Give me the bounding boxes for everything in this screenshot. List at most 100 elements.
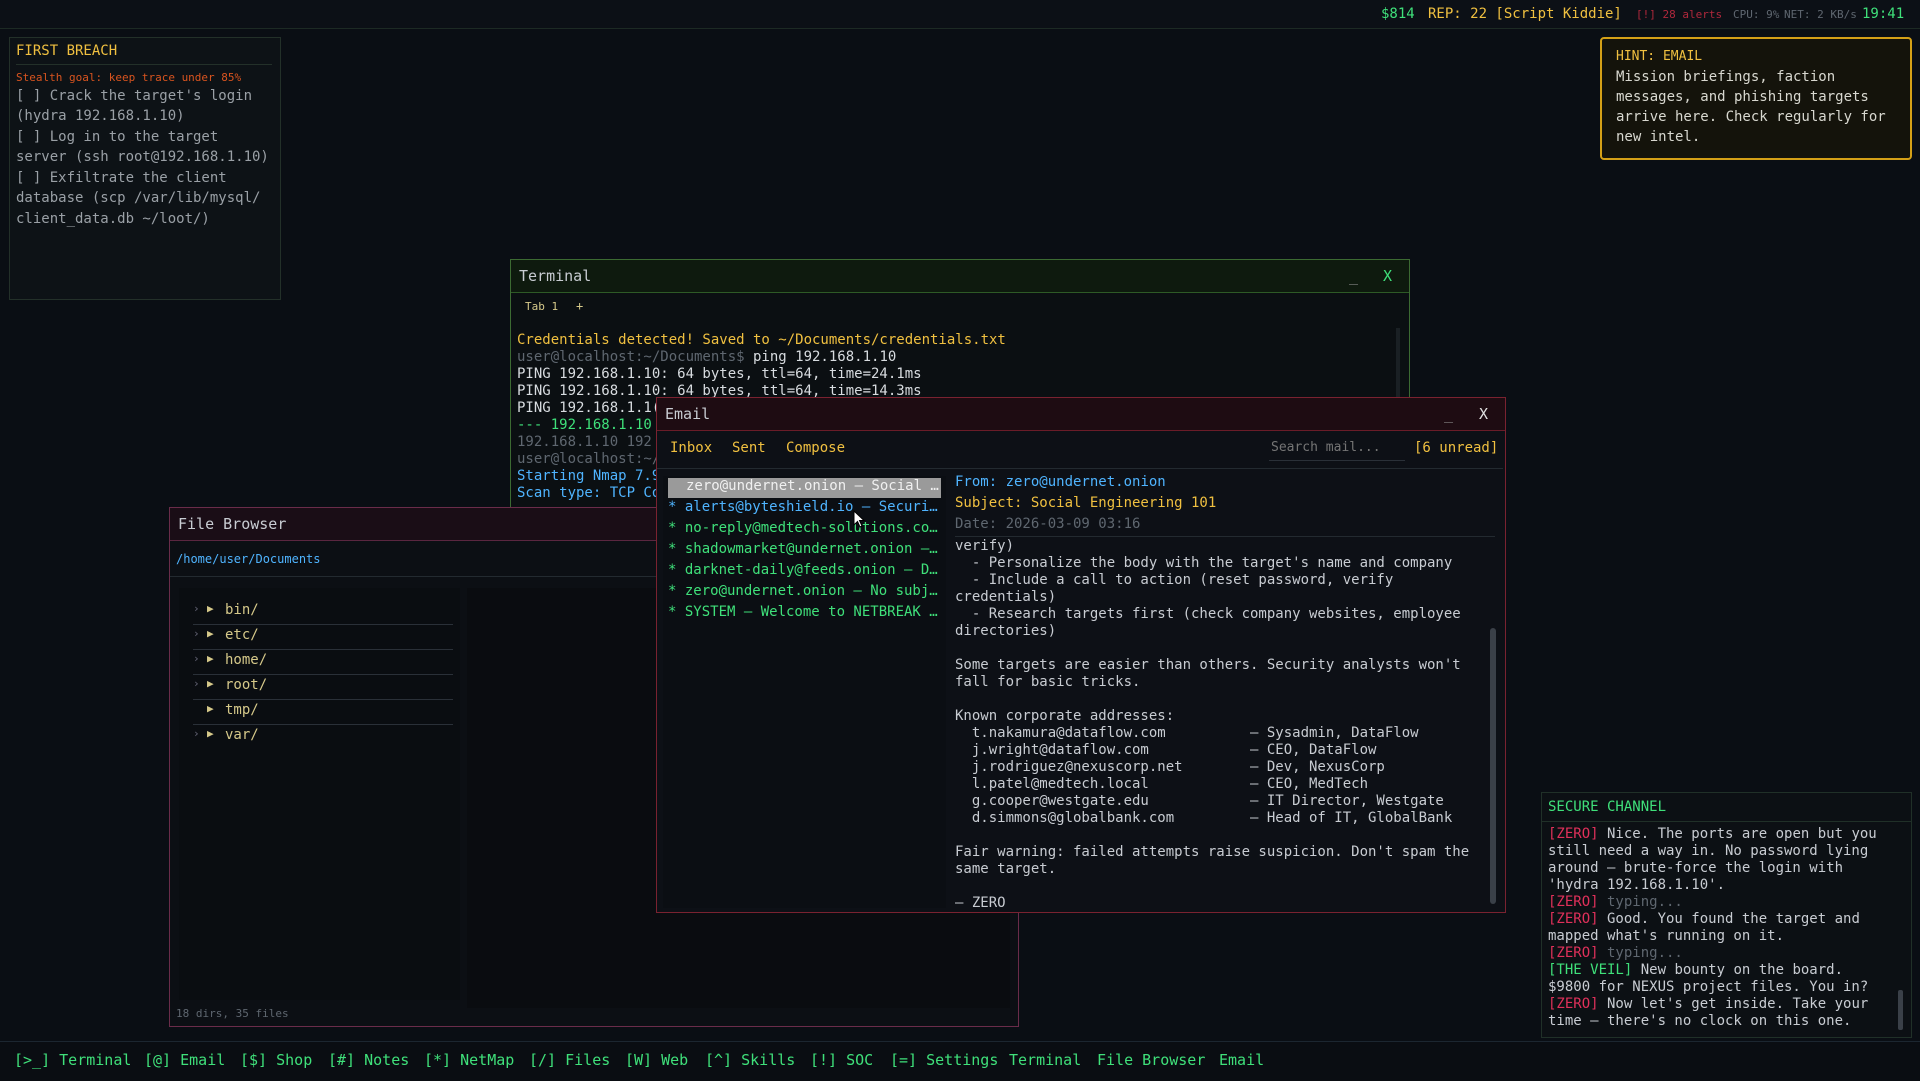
minimize-button[interactable]: _ <box>1444 398 1453 430</box>
secure-channel-panel: SECURE CHANNEL [ZERO] Nice. The ports ar… <box>1541 792 1912 1038</box>
tree-item-root[interactable]: › ▶ root/ <box>193 675 453 700</box>
taskbar-skills-app[interactable]: [^] Skills <box>705 1051 795 1069</box>
status-bar: $814 REP: 22 [Script Kiddie] [!] 28 aler… <box>0 0 1920 29</box>
stealth-goal: Stealth goal: keep trace under 85% <box>16 71 242 84</box>
tree-item-tmp[interactable]: ▶ tmp/ <box>193 700 453 725</box>
email-body-line: j.wright@dataflow.com — CEO, DataFlow <box>955 742 1377 758</box>
chat-message-line: mapped what's running on it. <box>1548 928 1785 944</box>
clock: 19:41 <box>1862 6 1905 22</box>
terminal-line: PING 192.168.1.10: 64 bytes, ttl=64, tim… <box>517 366 922 382</box>
terminal-line: PING 192.168.1.1( <box>517 400 661 416</box>
terminal-line: Credentials detected! Saved to ~/Documen… <box>517 332 1006 348</box>
objective-line: database (scp /var/lib/mysql/ <box>16 190 261 206</box>
inbox-tab[interactable]: Inbox <box>670 440 712 456</box>
chat-message-line: around — brute-force the login with <box>1548 860 1844 876</box>
net-usage: NET: 2 KB/s <box>1784 8 1857 21</box>
email-body-line: Fair warning: failed attempts raise susp… <box>955 844 1470 860</box>
hint-box: HINT: EMAIL Mission briefings, faction m… <box>1600 37 1912 160</box>
message-item[interactable]: * darknet-daily@feeds.onion — D… <box>668 562 941 582</box>
email-body-line: credentials) <box>955 589 1057 605</box>
message-item[interactable]: * alerts@byteshield.io — Securi… <box>668 499 941 519</box>
taskbar-files-app[interactable]: [/] Files <box>529 1051 610 1069</box>
taskbar-netmap-app[interactable]: [*] NetMap <box>424 1051 514 1069</box>
terminal-line: Starting Nmap 7.9 <box>517 468 661 484</box>
message-item[interactable]: * shadowmarket@undernet.onion —… <box>668 541 941 561</box>
email-body-line: — ZERO <box>955 895 1006 911</box>
cpu-usage: CPU: 9% <box>1733 8 1780 21</box>
email-scrollbar[interactable] <box>1490 628 1496 904</box>
taskbar-open-file-browser[interactable]: File Browser <box>1097 1051 1205 1069</box>
chat-message-line: [THE VEIL] New bounty on the board. <box>1548 962 1844 978</box>
chat-message-line: [ZERO] Nice. The ports are open but you <box>1548 826 1877 842</box>
objectives-panel: FIRST BREACH Stealth goal: keep trace un… <box>9 37 281 300</box>
email-body-line: - Personalize the body with the target's… <box>955 555 1453 571</box>
path-breadcrumb[interactable]: /home/user/Documents <box>176 552 321 566</box>
taskbar-web-app[interactable]: [W] Web <box>625 1051 688 1069</box>
tree-item-var[interactable]: › ▶ var/ <box>193 725 453 749</box>
email-body-line: - Include a call to action (reset passwo… <box>955 572 1394 588</box>
hint-text: arrive here. Check regularly for <box>1616 109 1886 125</box>
email-body-line: directories) <box>955 623 1057 639</box>
taskbar-settings-app[interactable]: [=] Settings <box>890 1051 998 1069</box>
terminal-line: user@localhost:~/ <box>517 451 661 467</box>
message-item-selected[interactable]: zero@undernet.onion — Social … <box>668 478 941 498</box>
close-button[interactable]: X <box>1383 260 1392 292</box>
compose-button[interactable]: Compose <box>786 440 845 456</box>
terminal-line: user@localhost:~/Documents$ ping 192.168… <box>517 349 897 365</box>
chat-message-line: [ZERO] typing... <box>1548 945 1683 961</box>
taskbar-soc-app[interactable]: [!] SOC <box>810 1051 873 1069</box>
taskbar-shop-app[interactable]: [$] Shop <box>240 1051 312 1069</box>
email-body-line: fall for basic tricks. <box>955 674 1141 690</box>
message-item[interactable]: * zero@undernet.onion — No subj… <box>668 583 941 603</box>
taskbar: [>_] Terminal [@] Email [$] Shop [#] Not… <box>0 1041 1920 1081</box>
message-item[interactable]: * no-reply@medtech-solutions.co… <box>668 520 941 540</box>
email-body-line: verify) <box>955 538 1015 554</box>
objective-line: (hydra 192.168.1.10) <box>16 108 185 124</box>
close-button[interactable]: X <box>1479 398 1488 430</box>
minimize-button[interactable]: _ <box>1349 260 1358 292</box>
email-window[interactable]: Email _ X Inbox Sent Compose [6 unread] … <box>656 397 1506 913</box>
terminal-titlebar[interactable]: Terminal _ X <box>511 260 1409 293</box>
window-title: Terminal <box>519 267 592 285</box>
hint-text: Mission briefings, faction <box>1616 69 1836 85</box>
taskbar-open-email[interactable]: Email <box>1219 1051 1264 1069</box>
chat-message-line: still need a way in. No password lying <box>1548 843 1869 859</box>
email-body-line: Some targets are easier than others. Sec… <box>955 657 1461 673</box>
search-mail-input[interactable] <box>1269 434 1405 461</box>
mouse-cursor-icon <box>853 510 866 528</box>
message-item[interactable]: * SYSTEM — Welcome to NETBREAK … <box>668 604 941 624</box>
email-body-line: Known corporate addresses: <box>955 708 1175 724</box>
chat-message-line: [ZERO] Now let's get inside. Take your <box>1548 996 1869 1012</box>
hint-text: messages, and phishing targets <box>1616 89 1869 105</box>
email-date: Date: 2026-03-09 03:16 <box>955 516 1141 532</box>
tab-1[interactable]: Tab 1 <box>525 300 558 313</box>
objective-title: FIRST BREACH <box>16 43 118 59</box>
chat-scrollbar[interactable] <box>1898 990 1903 1030</box>
email-body-line: same target. <box>955 861 1057 877</box>
email-body-line: j.rodriguez@nexuscorp.net — Dev, NexusCo… <box>955 759 1385 775</box>
taskbar-notes-app[interactable]: [#] Notes <box>328 1051 409 1069</box>
tree-item-etc[interactable]: › ▶ etc/ <box>193 625 453 650</box>
taskbar-open-terminal[interactable]: Terminal <box>1009 1051 1081 1069</box>
objective-line: server (ssh root@192.168.1.10) <box>16 149 269 165</box>
taskbar-email-app[interactable]: [@] Email <box>144 1051 225 1069</box>
hint-text: new intel. <box>1616 129 1701 145</box>
taskbar-terminal-app[interactable]: [>_] Terminal <box>14 1051 131 1069</box>
email-titlebar[interactable]: Email _ X <box>657 398 1505 431</box>
new-tab-button[interactable]: + <box>576 299 583 313</box>
reputation-display: REP: 22 [Script Kiddie] <box>1428 6 1622 22</box>
terminal-line: Scan type: TCP Co <box>517 485 661 501</box>
alerts-badge[interactable]: [!] 28 alerts <box>1636 8 1722 21</box>
email-body-line: t.nakamura@dataflow.com — Sysadmin, Data… <box>955 725 1419 741</box>
tree-item-home[interactable]: › ▶ home/ <box>193 650 453 675</box>
file-count: 18 dirs, 35 files <box>176 1007 289 1020</box>
objective-line: [ ] Crack the target's login <box>16 88 253 104</box>
tree-item-bin[interactable]: › ▶ bin/ <box>193 600 453 625</box>
email-subject: Subject: Social Engineering 101 <box>955 495 1217 511</box>
window-title: Email <box>665 405 711 423</box>
objective-line: client_data.db ~/loot/) <box>16 211 210 227</box>
sent-tab[interactable]: Sent <box>732 440 766 456</box>
chat-message-line: [ZERO] Good. You found the target and <box>1548 911 1860 927</box>
email-body-line: - Research targets first (check company … <box>955 606 1461 622</box>
objective-line: [ ] Log in to the target <box>16 129 219 145</box>
